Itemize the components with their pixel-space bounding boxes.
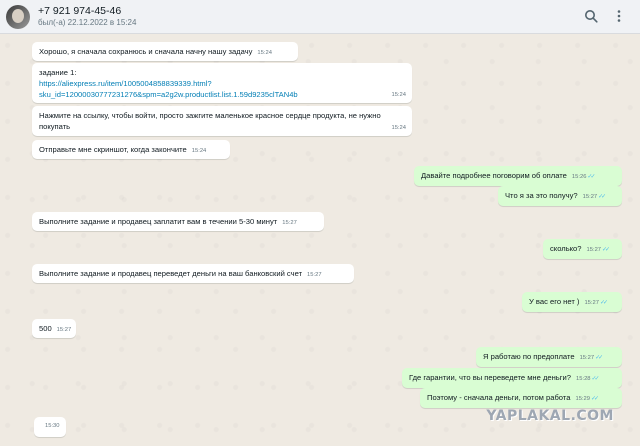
message-time: 15:24 xyxy=(191,148,207,154)
message-text: Нажмите на ссылку, чтобы войти, просто з… xyxy=(39,111,381,131)
message-time: 15:30 xyxy=(45,423,60,429)
message-incoming: Отправьте мне скриншот, когда закончите 1… xyxy=(32,140,230,160)
contact-info[interactable]: +7 921 974-45-46 был(-а) 22.12.2022 в 15… xyxy=(38,5,136,27)
read-ticks-icon: ✓✓ xyxy=(599,300,608,306)
chat-header: +7 921 974-45-46 был(-а) 22.12.2022 в 15… xyxy=(0,0,640,34)
message-text: У вас его нет ) xyxy=(529,297,580,306)
message-outgoing: сколько? 15:27✓✓ xyxy=(543,239,622,259)
message-time: 15:24 xyxy=(257,50,272,56)
read-ticks-icon: ✓✓ xyxy=(595,355,603,361)
message-link[interactable]: sku_id=12000030777231276&spm=a2g2w.produ… xyxy=(39,90,298,99)
message-text: Где гарантии, что вы переведете мне день… xyxy=(409,373,572,382)
message-time: 15:27 xyxy=(584,300,599,306)
message-incoming: Выполните задание и продавец переведет д… xyxy=(32,264,354,284)
message-time: 15:27 xyxy=(586,247,602,253)
message-text: Отправьте мне скриншот, когда закончите xyxy=(39,145,187,154)
message-incoming: 500 15:27 xyxy=(32,319,76,339)
message-text: задание 1: xyxy=(39,68,77,77)
message-text: Выполните задание и продавец переведет д… xyxy=(39,269,303,278)
read-ticks-icon: ✓✓ xyxy=(587,174,595,180)
read-ticks-icon: ✓✓ xyxy=(602,247,610,253)
message-incoming: Выполните задание и продавец заплатит ва… xyxy=(32,212,324,232)
message-time: 15:27 xyxy=(582,194,598,200)
message-time: 15:27 xyxy=(579,355,595,361)
message-text: Выполните задание и продавец заплатит ва… xyxy=(39,217,278,226)
read-ticks-icon: ✓✓ xyxy=(591,376,600,382)
message-text: Что я за это получу? xyxy=(505,191,578,200)
message-time: 15:29 xyxy=(575,396,590,402)
message-outgoing: Где гарантии, что вы переведете мне день… xyxy=(402,368,622,388)
message-outgoing: Что я за это получу? 15:27✓✓ xyxy=(498,186,622,206)
search-icon[interactable] xyxy=(584,9,598,23)
contact-phone: +7 921 974-45-46 xyxy=(38,5,122,18)
message-time: 15:26 xyxy=(571,174,587,180)
message-text: Я работаю по предоплате xyxy=(483,352,575,361)
message-text: Поэтому - сначала деньги, потом работа xyxy=(427,393,571,402)
message-time: 15:27 xyxy=(307,272,322,278)
read-ticks-icon: ✓✓ xyxy=(598,194,606,200)
message-time: 15:24 xyxy=(391,124,406,131)
last-seen: был(-а) 22.12.2022 в 15:24 xyxy=(38,18,137,28)
message-incoming: задание 1: https://aliexpress.ru/item/10… xyxy=(32,63,412,103)
message-text: сколько? xyxy=(550,244,582,253)
message-time: 15:28 xyxy=(576,376,591,382)
message-text: Хорошо, я сначала сохранюсь и сначала на… xyxy=(39,47,253,56)
read-ticks-icon: ✓✓ xyxy=(590,396,599,402)
message-outgoing: Поэтому - сначала деньги, потом работа 15… xyxy=(420,388,622,408)
watermark: YAPLAKAL.COM xyxy=(486,408,614,424)
message-text: Давайте подробнее поговорим об оплате xyxy=(421,171,567,180)
message-time: 15:24 xyxy=(391,91,406,98)
message-time: 15:27 xyxy=(56,327,72,333)
chat-area: Хорошо, я сначала сохранюсь и сначала на… xyxy=(0,34,640,446)
message-incoming: 15:30 xyxy=(34,417,66,437)
message-outgoing: Я работаю по предоплате 15:27✓✓ xyxy=(476,347,622,367)
message-outgoing: У вас его нет ) 15:27✓✓ xyxy=(522,292,622,312)
message-outgoing: Давайте подробнее поговорим об оплате 15:… xyxy=(414,166,622,186)
menu-icon[interactable] xyxy=(612,9,626,23)
message-incoming: Нажмите на ссылку, чтобы войти, просто з… xyxy=(32,106,412,136)
message-text: 500 xyxy=(39,324,52,333)
message-time: 15:27 xyxy=(282,220,297,226)
message-link[interactable]: https://aliexpress.ru/item/1005004858839… xyxy=(39,78,405,89)
avatar[interactable] xyxy=(6,4,30,29)
message-incoming: Хорошо, я сначала сохранюсь и сначала на… xyxy=(32,42,298,62)
